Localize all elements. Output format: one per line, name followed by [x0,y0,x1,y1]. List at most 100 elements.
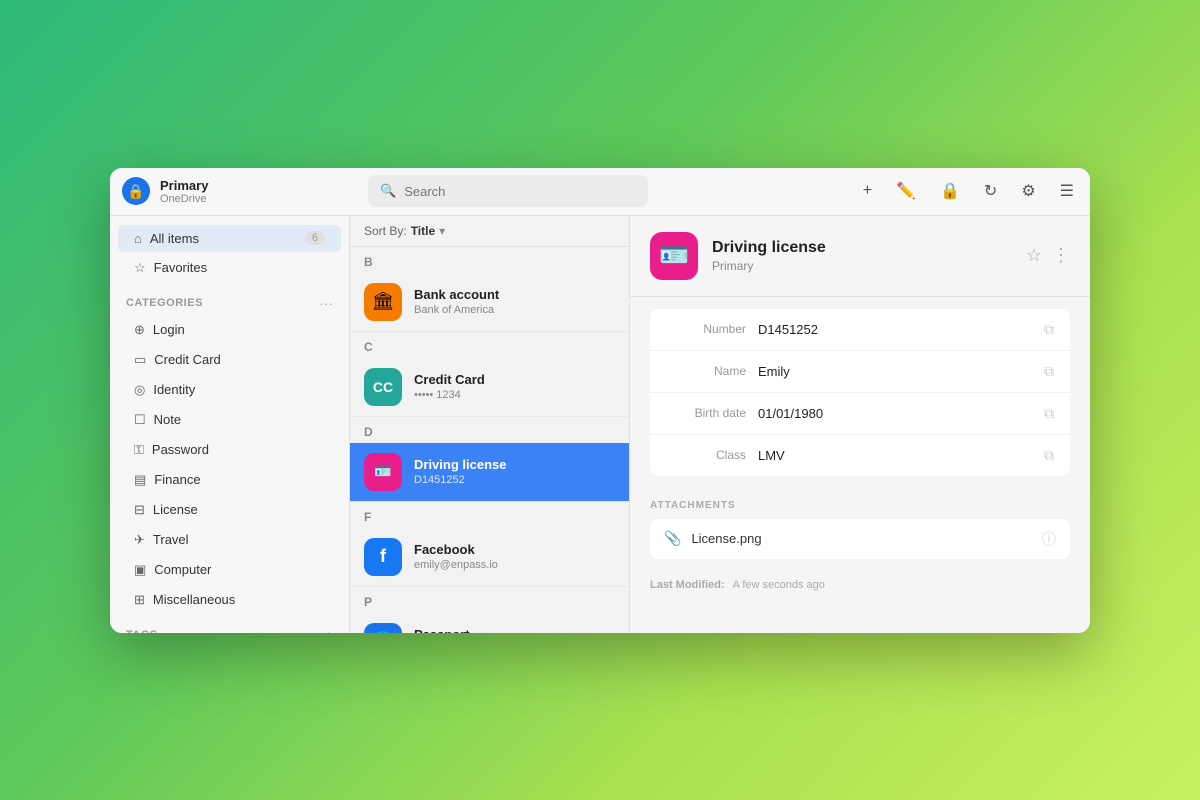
lock-button[interactable]: 🔒 [936,177,964,205]
facebook-sub: emily@enpass.io [414,559,498,571]
copy-class-button[interactable]: ⧉ [1044,447,1054,464]
detail-icon: 🪪 [650,232,698,280]
sidebar-item-note[interactable]: ☐ Note [118,406,341,434]
bank-account-text: Bank account Bank of America [414,287,499,316]
note-icon: ☐ [134,412,146,428]
categories-section: Categories ··· [110,283,349,315]
field-class-label: Class [666,448,746,462]
sidebar-computer-label: Computer [154,562,325,577]
credit-card-icon: ▭ [134,352,146,368]
edit-button[interactable]: ✏️ [892,177,920,205]
computer-icon: ▣ [134,562,146,578]
detail-title-area: Driving license Primary [712,239,1012,273]
sidebar-password-label: Password [152,442,325,457]
star-icon: ☆ [134,260,146,276]
categories-label: Categories [126,297,203,309]
sidebar-item-license[interactable]: ⊟ License [118,496,341,524]
tags-section: Tags + [110,615,349,633]
group-label-b: B [350,247,629,273]
passport-text: Passport ZA65342 [414,627,470,633]
add-button[interactable]: + [859,178,876,204]
sidebar-favorites-label: Favorites [154,260,325,275]
copy-birth-date-button[interactable]: ⧉ [1044,405,1054,422]
field-name-label: Name [666,364,746,378]
field-number-value: D1451252 [758,322,1032,337]
passport-title: Passport [414,627,470,633]
travel-icon: ✈ [134,532,145,548]
sidebar-license-label: License [153,502,325,517]
sort-chevron-icon: ▾ [439,224,445,238]
sort-field: Title [411,224,435,238]
sidebar-item-login[interactable]: ⊕ Login [118,316,341,344]
menu-button[interactable]: ☰ [1056,177,1078,205]
sidebar-item-travel[interactable]: ✈ Travel [118,526,341,554]
categories-more-button[interactable]: ··· [319,295,333,311]
list-item-facebook[interactable]: f Facebook emily@enpass.io [350,528,629,587]
tags-add-button[interactable]: + [325,627,333,633]
detail-subtitle: Primary [712,259,1012,273]
app-window: 🔒 Primary OneDrive 🔍 + ✏️ 🔒 ↻ ⚙ ☰ ⌂ All … [110,168,1090,633]
search-input[interactable] [404,184,636,199]
field-class: Class LMV ⧉ [650,435,1070,476]
credit-card-text: Credit Card ••••• 1234 [414,372,485,401]
bank-account-title: Bank account [414,287,499,302]
more-options-button[interactable]: ⋮ [1052,245,1070,266]
sidebar-all-items-label: All items [150,231,297,246]
vault-provider: OneDrive [160,193,208,205]
settings-button[interactable]: ⚙ [1017,177,1039,205]
field-birth-date-label: Birth date [666,406,746,420]
copy-name-button[interactable]: ⧉ [1044,363,1054,380]
identity-icon: ◎ [134,382,145,398]
sidebar-item-computer[interactable]: ▣ Computer [118,556,341,584]
copy-number-button[interactable]: ⧉ [1044,321,1054,338]
field-number-label: Number [666,322,746,336]
attachments-label: ATTACHMENTS [650,500,1070,511]
facebook-icon-wrap: f [364,538,402,576]
facebook-text: Facebook emily@enpass.io [414,542,498,571]
sort-prefix: Sort By: [364,224,407,238]
attachment-info-button[interactable]: ⓘ [1042,529,1056,549]
vault-text: Primary OneDrive [160,178,208,205]
group-label-f: F [350,502,629,528]
field-class-value: LMV [758,448,1032,463]
top-actions: + ✏️ 🔒 ↻ ⚙ ☰ [859,177,1078,205]
group-label-d: D [350,417,629,443]
detail-header: 🪪 Driving license Primary ☆ ⋮ [630,216,1090,297]
detail-actions: ☆ ⋮ [1026,245,1070,266]
sidebar-item-credit-card[interactable]: ▭ Credit Card [118,346,341,374]
list-item-passport[interactable]: 🌐 Passport ZA65342 [350,613,629,633]
sort-bar: Sort By: Title ▾ [350,216,629,247]
sidebar: ⌂ All items 6 ☆ Favorites Categories ···… [110,216,350,633]
list-item-driving-license[interactable]: 🪪 Driving license D1451252 [350,443,629,502]
sidebar-item-miscellaneous[interactable]: ⊞ Miscellaneous [118,586,341,614]
field-number: Number D1451252 ⧉ [650,309,1070,351]
sidebar-item-identity[interactable]: ◎ Identity [118,376,341,404]
sidebar-item-finance[interactable]: ▤ Finance [118,466,341,494]
sidebar-item-favorites[interactable]: ☆ Favorites [118,254,341,282]
bank-account-icon: 🏛 [364,283,402,321]
attachments-section: ATTACHMENTS 📎 License.png ⓘ [630,488,1090,571]
field-name-value: Emily [758,364,1032,379]
finance-icon: ▤ [134,472,146,488]
detail-title: Driving license [712,239,1012,257]
sidebar-item-all-items[interactable]: ⌂ All items 6 [118,225,341,252]
field-birth-date-value: 01/01/1980 [758,406,1032,421]
list-item-credit-card[interactable]: CC Credit Card ••••• 1234 [350,358,629,417]
vault-info: 🔒 Primary OneDrive [122,177,360,205]
attachment-icon: 📎 [664,530,681,547]
favorite-button[interactable]: ☆ [1026,245,1042,266]
vault-icon: 🔒 [122,177,150,205]
miscellaneous-icon: ⊞ [134,592,145,608]
sync-button[interactable]: ↻ [980,177,1001,205]
license-icon: ⊟ [134,502,145,518]
passport-icon-wrap: 🌐 [364,623,402,633]
driving-license-sub: D1451252 [414,474,506,486]
list-item-bank-account[interactable]: 🏛 Bank account Bank of America [350,273,629,332]
last-modified-label: Last Modified: [650,579,725,591]
field-name: Name Emily ⧉ [650,351,1070,393]
home-icon: ⌂ [134,231,142,246]
attachment-name: License.png [691,531,1032,546]
sidebar-item-password[interactable]: ⚿ Password [118,436,341,464]
top-bar: 🔒 Primary OneDrive 🔍 + ✏️ 🔒 ↻ ⚙ ☰ [110,168,1090,216]
sidebar-login-label: Login [153,322,325,337]
